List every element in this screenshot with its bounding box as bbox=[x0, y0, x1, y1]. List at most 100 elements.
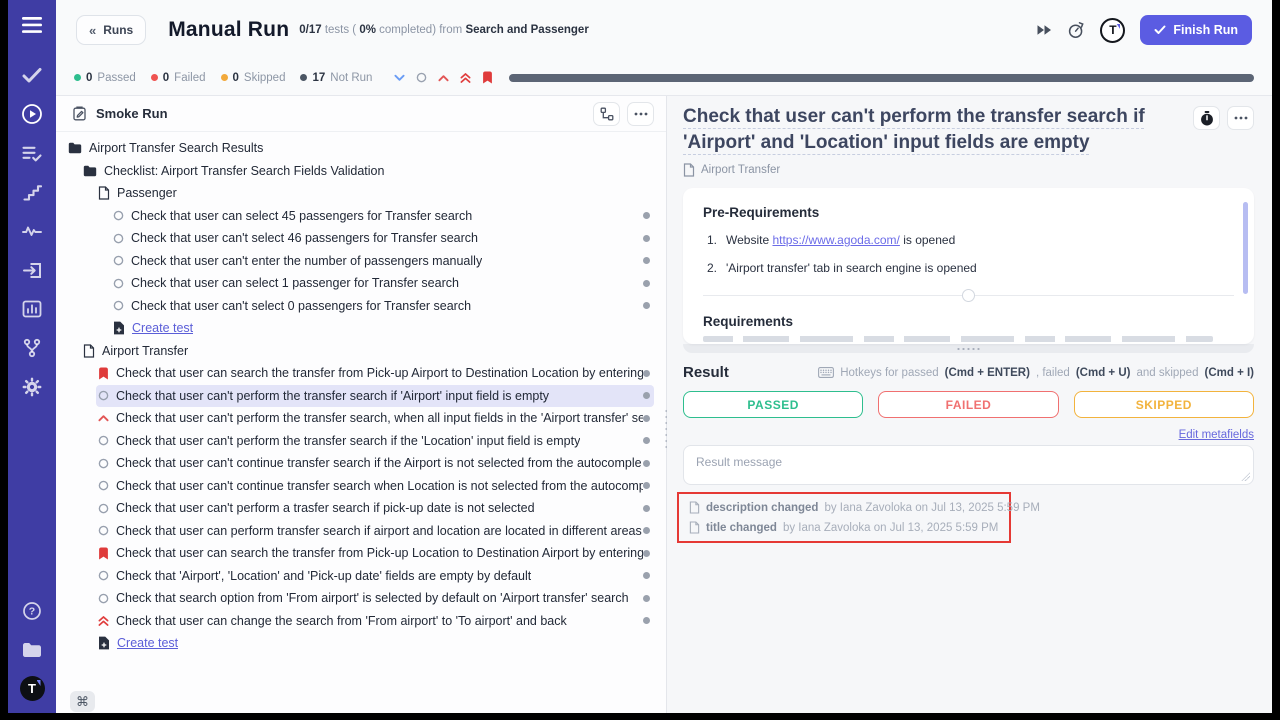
gear-icon[interactable] bbox=[17, 374, 47, 400]
tree-row[interactable]: Check that user can't perform the transf… bbox=[56, 430, 666, 453]
tests-check-icon[interactable] bbox=[17, 62, 47, 88]
group-by-suite-button[interactable] bbox=[593, 102, 620, 126]
tree-row[interactable]: Check that user can perform transfer sea… bbox=[56, 520, 666, 543]
import-icon[interactable] bbox=[17, 257, 47, 283]
steps-icon[interactable] bbox=[17, 179, 47, 205]
menu-icon[interactable] bbox=[17, 12, 47, 38]
history-action: title changed bbox=[706, 522, 777, 534]
folder-icon bbox=[68, 142, 82, 154]
test-tree-panel: Smoke Run Airport Transfer Search Result… bbox=[56, 96, 667, 713]
logo-avatar[interactable]: T bbox=[20, 676, 45, 701]
tree-row-body: Check that user can't perform a trasfer … bbox=[96, 497, 654, 520]
fast-forward-icon[interactable] bbox=[1036, 24, 1052, 36]
skipped-button[interactable]: SKIPPED bbox=[1074, 391, 1254, 418]
tree-row[interactable]: Check that user can't select 0 passenger… bbox=[56, 295, 666, 318]
tree-row[interactable]: Check that user can't perform the transf… bbox=[56, 407, 666, 430]
help-icon[interactable]: ? bbox=[17, 598, 47, 624]
run-progress-bar bbox=[509, 74, 1254, 82]
create-test-link[interactable]: Create test bbox=[56, 317, 666, 340]
status-dot bbox=[643, 257, 650, 264]
tree-row[interactable]: Check that user can't continue transfer … bbox=[56, 452, 666, 475]
tree-row[interactable]: Check that user can select 1 passenger f… bbox=[56, 272, 666, 295]
tree-row[interactable]: Check that 'Airport', 'Location' and 'Pi… bbox=[56, 565, 666, 588]
pre-requirements-list: 1.Website https://www.agoda.com/ is open… bbox=[703, 233, 1234, 275]
command-shortcut-button[interactable]: ⌘ bbox=[70, 691, 95, 712]
reports-chart-icon[interactable] bbox=[17, 296, 47, 322]
plans-list-icon[interactable] bbox=[17, 140, 47, 166]
result-section-header: Result Hotkeys for passed (Cmd + ENTER) … bbox=[683, 364, 1254, 381]
tree-row[interactable]: Checklist: Airport Transfer Search Field… bbox=[56, 160, 666, 183]
tree-row[interactable]: Airport Transfer Search Results bbox=[56, 137, 666, 160]
status-count-not-run: 17Not Run bbox=[300, 72, 372, 84]
chevron-up-icon[interactable] bbox=[438, 74, 449, 82]
status-label: Skipped bbox=[244, 72, 286, 84]
tree-row[interactable]: Check that user can change the search fr… bbox=[56, 610, 666, 633]
logo-letter: T bbox=[28, 681, 36, 696]
history-entry: title changedby Iana Zavoloka on Jul 13,… bbox=[689, 521, 999, 534]
runs-play-icon[interactable] bbox=[17, 101, 47, 127]
status-count: 0 bbox=[86, 72, 92, 84]
scrollbar-thumb[interactable] bbox=[1243, 202, 1248, 294]
details-resize-handle[interactable] bbox=[683, 344, 1254, 353]
passed-button[interactable]: PASSED bbox=[683, 391, 863, 418]
tree-row[interactable]: Check that user can search the transfer … bbox=[56, 542, 666, 565]
pulse-icon[interactable] bbox=[17, 218, 47, 244]
priority-filter-icons bbox=[394, 71, 493, 84]
tree-more-options-button[interactable] bbox=[627, 102, 654, 126]
tree-row[interactable]: Check that user can't perform a trasfer … bbox=[56, 497, 666, 520]
test-case-header: Check that user can't perform the transf… bbox=[683, 104, 1254, 155]
status-dot bbox=[643, 550, 650, 557]
history-action: description changed bbox=[706, 502, 818, 514]
tree-panel-actions bbox=[593, 102, 654, 126]
status-dot-icon bbox=[74, 74, 81, 81]
run-stats-segment: tests ( bbox=[322, 24, 360, 36]
collapse-toggle-icon[interactable] bbox=[962, 289, 975, 302]
status-dot bbox=[643, 482, 650, 489]
branch-icon[interactable] bbox=[17, 335, 47, 361]
status-dot bbox=[643, 527, 650, 534]
bookmark-icon[interactable] bbox=[482, 71, 493, 84]
tree-item-label: Check that user can't perform the transf… bbox=[116, 434, 580, 448]
tree-row[interactable]: Passenger bbox=[56, 182, 666, 205]
hotkeys-segment: (Cmd + ENTER) bbox=[945, 367, 1030, 379]
svg-text:?: ? bbox=[29, 606, 35, 618]
case-more-options-button[interactable] bbox=[1227, 106, 1254, 130]
document-icon bbox=[683, 163, 695, 177]
status-dot bbox=[643, 415, 650, 422]
double-chevron-up-icon[interactable] bbox=[460, 72, 471, 84]
status-count: 17 bbox=[312, 72, 325, 84]
bookmark-icon bbox=[98, 367, 109, 380]
tree-row-body: Check that user can perform transfer sea… bbox=[96, 520, 654, 543]
back-to-runs-button[interactable]: « Runs bbox=[76, 15, 146, 45]
tree-item-label: Check that user can select 1 passenger f… bbox=[131, 276, 459, 290]
chevron-up-icon bbox=[98, 414, 109, 422]
tree-row[interactable]: Check that user can select 45 passengers… bbox=[56, 205, 666, 228]
status-dot bbox=[643, 235, 650, 242]
user-avatar[interactable]: T bbox=[1100, 18, 1125, 43]
tree-row[interactable]: Check that user can't continue transfer … bbox=[56, 475, 666, 498]
create-test-link[interactable]: Create test bbox=[56, 632, 666, 655]
tree-row[interactable]: Check that user can't perform the transf… bbox=[56, 385, 666, 408]
projects-folder-icon[interactable] bbox=[17, 637, 47, 663]
tree-row[interactable]: Check that user can't select 46 passenge… bbox=[56, 227, 666, 250]
failed-button[interactable]: FAILED bbox=[878, 391, 1058, 418]
finish-run-button[interactable]: Finish Run bbox=[1140, 15, 1252, 45]
tree-row[interactable]: Check that user can't enter the number o… bbox=[56, 250, 666, 273]
agoda-link[interactable]: https://www.agoda.com/ bbox=[772, 233, 899, 247]
tree-row[interactable]: Check that search option from 'From airp… bbox=[56, 587, 666, 610]
circle-icon[interactable] bbox=[416, 72, 427, 83]
edit-metafields-link[interactable]: Edit metafields bbox=[1179, 429, 1254, 441]
tree-row[interactable]: Airport Transfer bbox=[56, 340, 666, 363]
timer-restart-icon[interactable] bbox=[1067, 21, 1085, 39]
stopwatch-button[interactable] bbox=[1193, 106, 1220, 130]
result-message-input[interactable] bbox=[683, 445, 1254, 485]
chevron-down-icon[interactable] bbox=[394, 74, 405, 82]
test-case-title[interactable]: Check that user can't perform the transf… bbox=[683, 104, 1184, 155]
tree-row-body: Create test bbox=[111, 317, 654, 340]
suite-name: Airport Transfer bbox=[701, 164, 780, 176]
circle-icon bbox=[113, 210, 124, 221]
tree-row[interactable]: Check that user can search the transfer … bbox=[56, 362, 666, 385]
hotkeys-segment: and skipped bbox=[1136, 367, 1198, 379]
circle-icon bbox=[98, 390, 109, 401]
tree-row-body: Check that user can select 45 passengers… bbox=[111, 205, 654, 228]
